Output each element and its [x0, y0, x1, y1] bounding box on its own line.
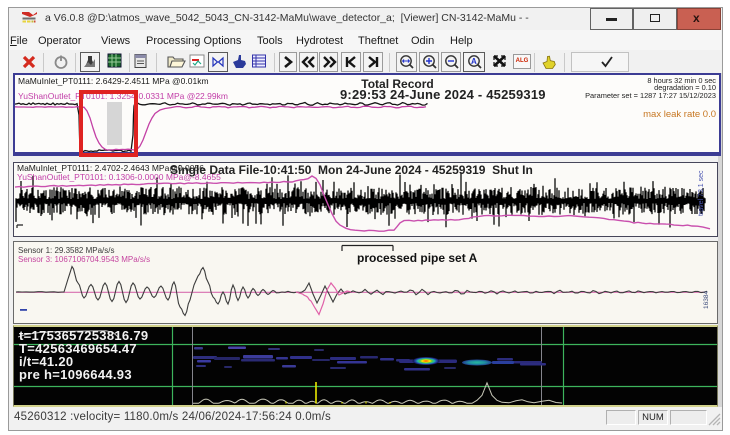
svg-text:A: A [471, 57, 477, 66]
